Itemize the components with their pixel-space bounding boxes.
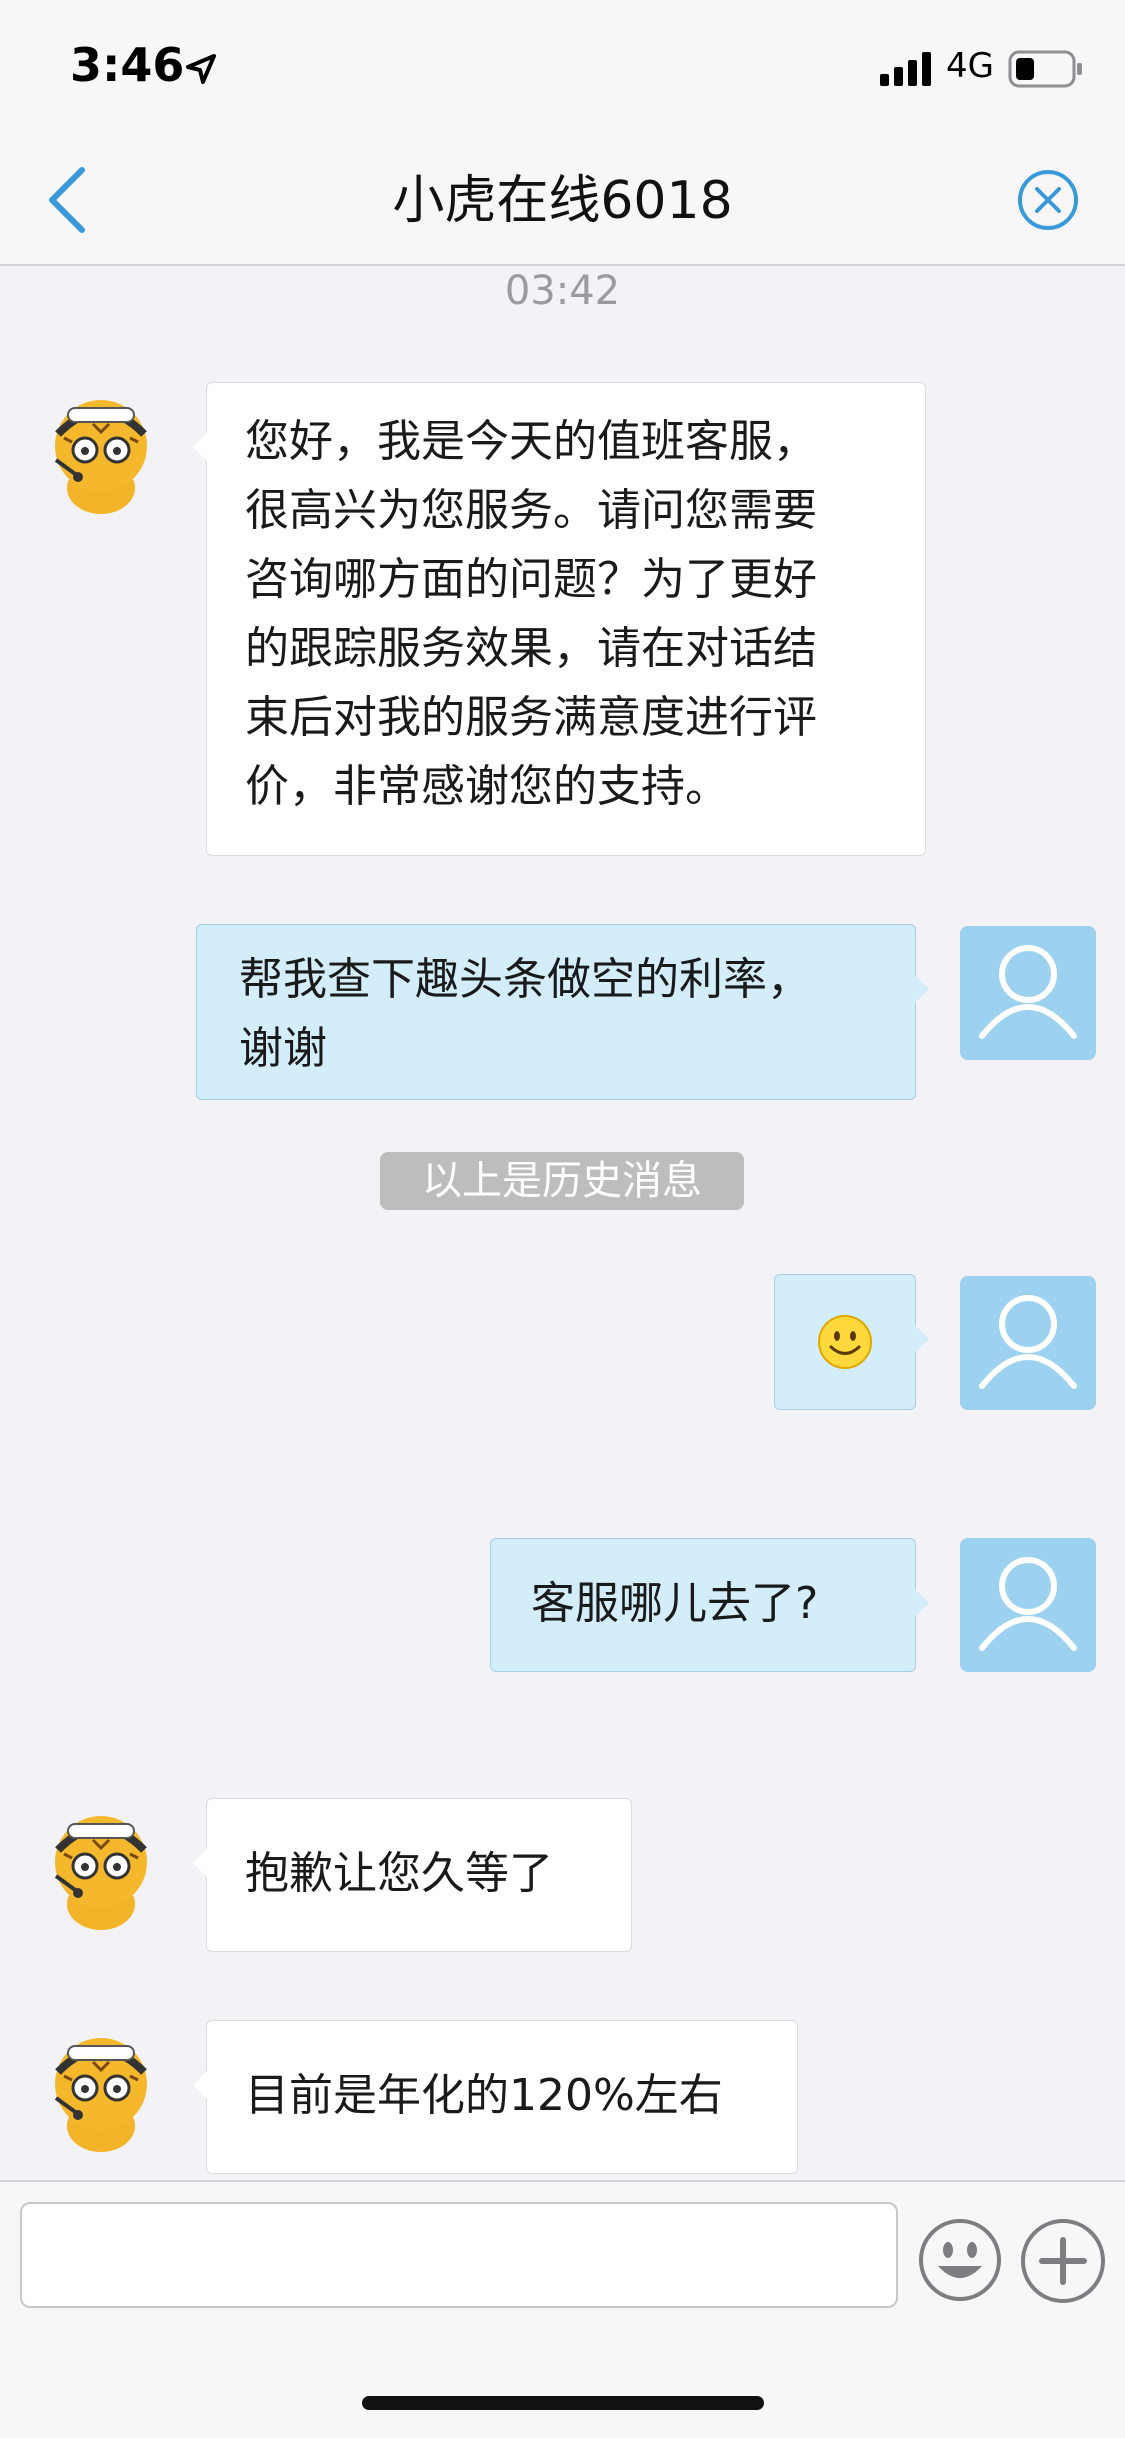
home-indicator [362, 2396, 764, 2410]
user-avatar-icon[interactable] [960, 1276, 1096, 1410]
user-message-bubble: 帮我查下趣头条做空的利率， 谢谢 [196, 924, 929, 1100]
smiley-emoji-icon [818, 1315, 872, 1369]
signal-icon [880, 52, 931, 86]
chat-title: 小虎在线6018 [392, 171, 733, 231]
location-arrow-icon [186, 54, 216, 84]
message-input[interactable] [20, 2202, 898, 2308]
agent-avatar-tiger-icon[interactable] [38, 390, 164, 516]
status-time: 3:46 [70, 38, 185, 92]
agent-avatar-tiger-icon[interactable] [38, 1806, 164, 1932]
network-type: 4G [946, 46, 994, 86]
emoji-icon[interactable] [918, 2218, 1002, 2302]
user-message-bubble: 🙂 [774, 1274, 929, 1410]
agent-avatar-tiger-icon[interactable] [38, 2028, 164, 2154]
message-text: 客服哪儿去了? [531, 1578, 819, 1629]
plus-icon[interactable] [1020, 2218, 1106, 2304]
message-text: 您好，我是今天的值班客服， 很高兴为您服务。请问您需要 咨询哪方面的问题？为了更… [245, 416, 817, 812]
agent-message-bubble: 抱歉让您久等了 [193, 1798, 632, 1952]
close-circle-icon[interactable] [1016, 168, 1080, 232]
agent-message-bubble: 目前是年化的120%左右 [193, 2020, 798, 2174]
message-text: 目前是年化的120%左右 [245, 2070, 723, 2121]
message-text: 帮我查下趣头条做空的利率， 谢谢 [239, 954, 811, 1074]
battery-icon [1008, 50, 1082, 88]
agent-message-bubble: 您好，我是今天的值班客服， 很高兴为您服务。请问您需要 咨询哪方面的问题？为了更… [193, 382, 926, 856]
chat-timestamp: 03:42 [504, 268, 621, 314]
history-divider: 以上是历史消息 [380, 1152, 744, 1210]
user-avatar-icon[interactable] [960, 926, 1096, 1060]
user-avatar-icon[interactable] [960, 1538, 1096, 1672]
user-message-bubble: 客服哪儿去了? [490, 1538, 929, 1672]
message-text: 抱歉让您久等了 [245, 1848, 553, 1899]
